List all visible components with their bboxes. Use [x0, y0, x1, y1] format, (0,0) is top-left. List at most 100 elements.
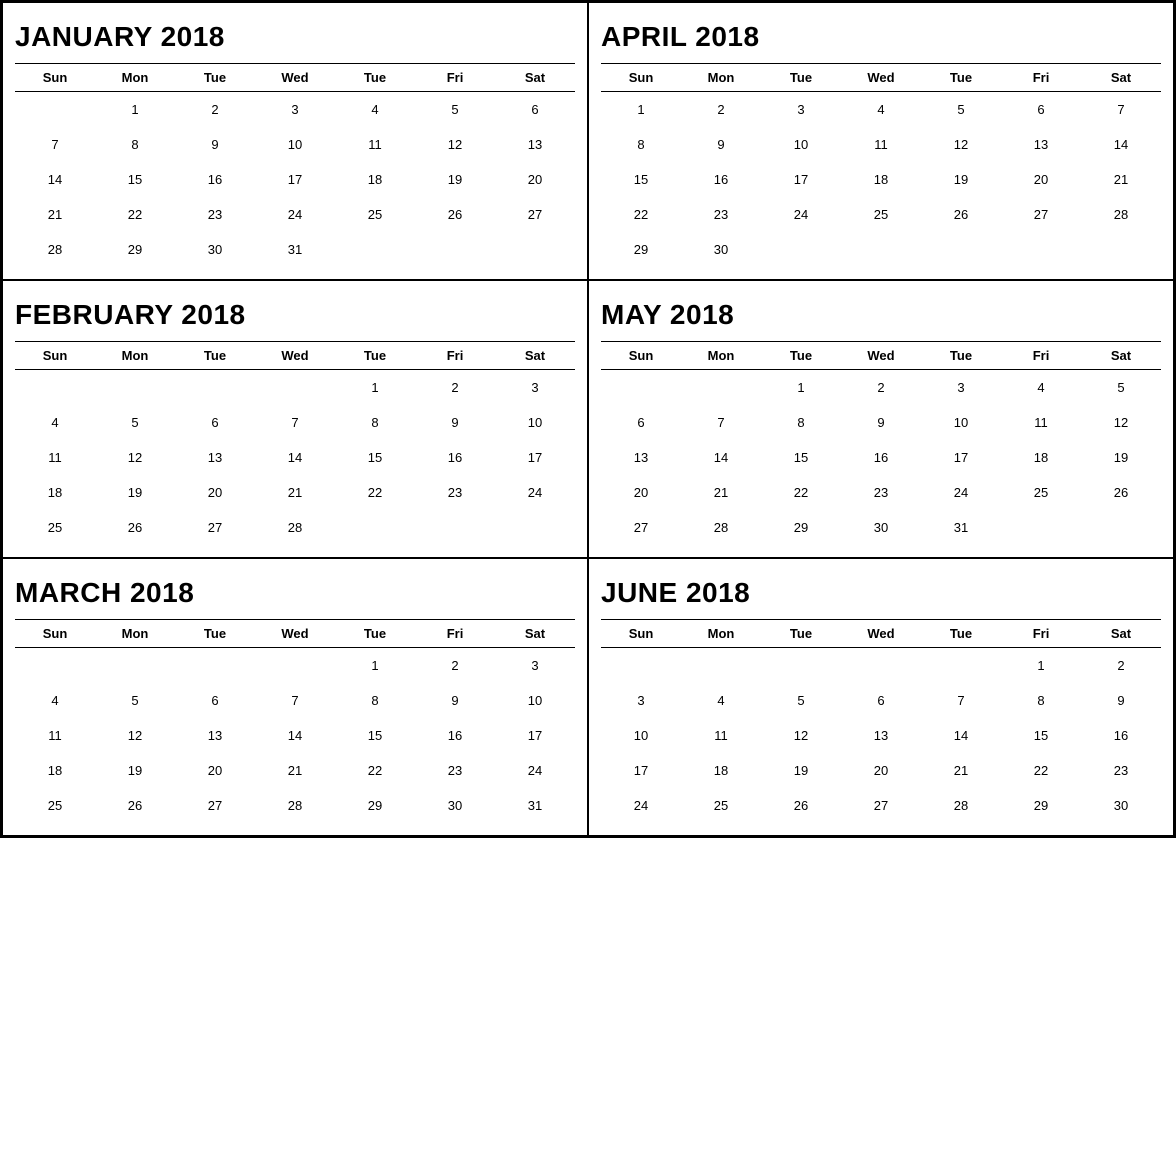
day-header: Mon: [95, 620, 175, 648]
calendar-week-row: 123: [15, 370, 575, 406]
calendar-day-cell: 14: [1081, 127, 1161, 162]
calendar-day-cell: 23: [841, 475, 921, 510]
calendar-day-cell: 26: [95, 788, 175, 823]
calendar-day-cell: 26: [921, 197, 1001, 232]
calendar-week-row: 17181920212223: [601, 753, 1161, 788]
calendar-day-cell: 12: [95, 440, 175, 475]
calendar-day-cell: 9: [415, 405, 495, 440]
calendar-day-cell: 4: [335, 92, 415, 128]
calendar-week-row: 6789101112: [601, 405, 1161, 440]
calendar-day-cell: 8: [761, 405, 841, 440]
calendar-day-cell: 19: [95, 753, 175, 788]
calendar-day-cell: 1: [1001, 648, 1081, 684]
calendar-day-cell: 1: [601, 92, 681, 128]
calendar-day-cell: 4: [681, 683, 761, 718]
calendar-day-cell: 19: [761, 753, 841, 788]
calendar-day-cell: 11: [1001, 405, 1081, 440]
calendar-day-cell: 29: [601, 232, 681, 267]
calendar-day-cell: 13: [841, 718, 921, 753]
calendar-day-cell: 24: [761, 197, 841, 232]
day-header: Wed: [255, 342, 335, 370]
calendar-day-cell: [921, 648, 1001, 684]
day-header: Tue: [921, 64, 1001, 92]
calendar-day-cell: 8: [601, 127, 681, 162]
calendar-day-cell: 14: [15, 162, 95, 197]
calendar-day-cell: 18: [15, 753, 95, 788]
calendar-day-cell: [175, 370, 255, 406]
calendar-day-cell: 7: [255, 405, 335, 440]
calendar-day-cell: 28: [255, 788, 335, 823]
calendar-day-cell: [841, 648, 921, 684]
calendar-day-cell: 1: [95, 92, 175, 128]
calendar-day-cell: 22: [335, 753, 415, 788]
calendar-day-cell: 10: [761, 127, 841, 162]
calendar-day-cell: [681, 648, 761, 684]
calendar-day-cell: 7: [15, 127, 95, 162]
calendar-day-cell: [255, 370, 335, 406]
day-header: Mon: [681, 64, 761, 92]
calendar-day-cell: 23: [415, 753, 495, 788]
calendar-week-row: 78910111213: [15, 127, 575, 162]
calendar-day-cell: [761, 648, 841, 684]
calendar-day-cell: 14: [255, 718, 335, 753]
day-header: Mon: [95, 64, 175, 92]
calendar-day-cell: 21: [15, 197, 95, 232]
calendar-week-row: 22232425262728: [601, 197, 1161, 232]
calendar-table-may-2018: SunMonTueWedTueFriSat1234567891011121314…: [601, 341, 1161, 545]
calendar-day-cell: 13: [495, 127, 575, 162]
calendar-week-row: 12: [601, 648, 1161, 684]
calendar-week-row: 123456: [15, 92, 575, 128]
calendar-day-cell: [415, 510, 495, 545]
day-header: Sun: [15, 620, 95, 648]
calendar-day-cell: 2: [681, 92, 761, 128]
calendar-day-cell: [1081, 510, 1161, 545]
calendar-day-cell: 18: [335, 162, 415, 197]
month-title-may-2018: MAY 2018: [601, 299, 1161, 331]
calendar-day-cell: 3: [921, 370, 1001, 406]
calendar-day-cell: [415, 232, 495, 267]
calendar-day-cell: [15, 648, 95, 684]
day-header: Sun: [15, 64, 95, 92]
calendar-week-row: 14151617181920: [15, 162, 575, 197]
calendar-day-cell: 6: [175, 405, 255, 440]
day-header: Tue: [175, 342, 255, 370]
calendar-week-row: 2728293031: [601, 510, 1161, 545]
calendar-day-cell: 9: [1081, 683, 1161, 718]
calendar-day-cell: 15: [335, 718, 415, 753]
calendar-week-row: 24252627282930: [601, 788, 1161, 823]
calendar-day-cell: 11: [841, 127, 921, 162]
calendar-day-cell: 17: [495, 440, 575, 475]
calendar-day-cell: 10: [921, 405, 1001, 440]
day-header: Sat: [495, 342, 575, 370]
day-header: Tue: [175, 64, 255, 92]
month-block-february-2018: FEBRUARY 2018SunMonTueWedTueFriSat123456…: [2, 280, 588, 558]
day-header: Wed: [255, 64, 335, 92]
day-header: Sun: [601, 64, 681, 92]
calendar-day-cell: 28: [681, 510, 761, 545]
day-header: Mon: [681, 620, 761, 648]
calendar-day-cell: 20: [1001, 162, 1081, 197]
calendar-day-cell: 16: [681, 162, 761, 197]
calendar-day-cell: 13: [601, 440, 681, 475]
calendar-day-cell: 3: [495, 648, 575, 684]
calendar-day-cell: 20: [841, 753, 921, 788]
calendar-day-cell: 16: [415, 718, 495, 753]
month-block-may-2018: MAY 2018SunMonTueWedTueFriSat12345678910…: [588, 280, 1174, 558]
day-header: Tue: [761, 342, 841, 370]
calendar-day-cell: 3: [255, 92, 335, 128]
day-header: Tue: [175, 620, 255, 648]
day-header: Tue: [761, 620, 841, 648]
calendar-day-cell: 15: [335, 440, 415, 475]
calendar-day-cell: 1: [335, 648, 415, 684]
calendar-day-cell: 25: [15, 788, 95, 823]
calendar-day-cell: 21: [681, 475, 761, 510]
calendar-week-row: 45678910: [15, 405, 575, 440]
calendar-table-february-2018: SunMonTueWedTueFriSat1234567891011121314…: [15, 341, 575, 545]
calendar-page: JANUARY 2018SunMonTueWedTueFriSat1234567…: [0, 0, 1176, 838]
calendar-day-cell: 18: [15, 475, 95, 510]
calendar-table-january-2018: SunMonTueWedTueFriSat1234567891011121314…: [15, 63, 575, 267]
calendar-day-cell: 24: [255, 197, 335, 232]
calendar-day-cell: 30: [681, 232, 761, 267]
calendar-day-cell: 11: [15, 440, 95, 475]
calendar-day-cell: 23: [1081, 753, 1161, 788]
